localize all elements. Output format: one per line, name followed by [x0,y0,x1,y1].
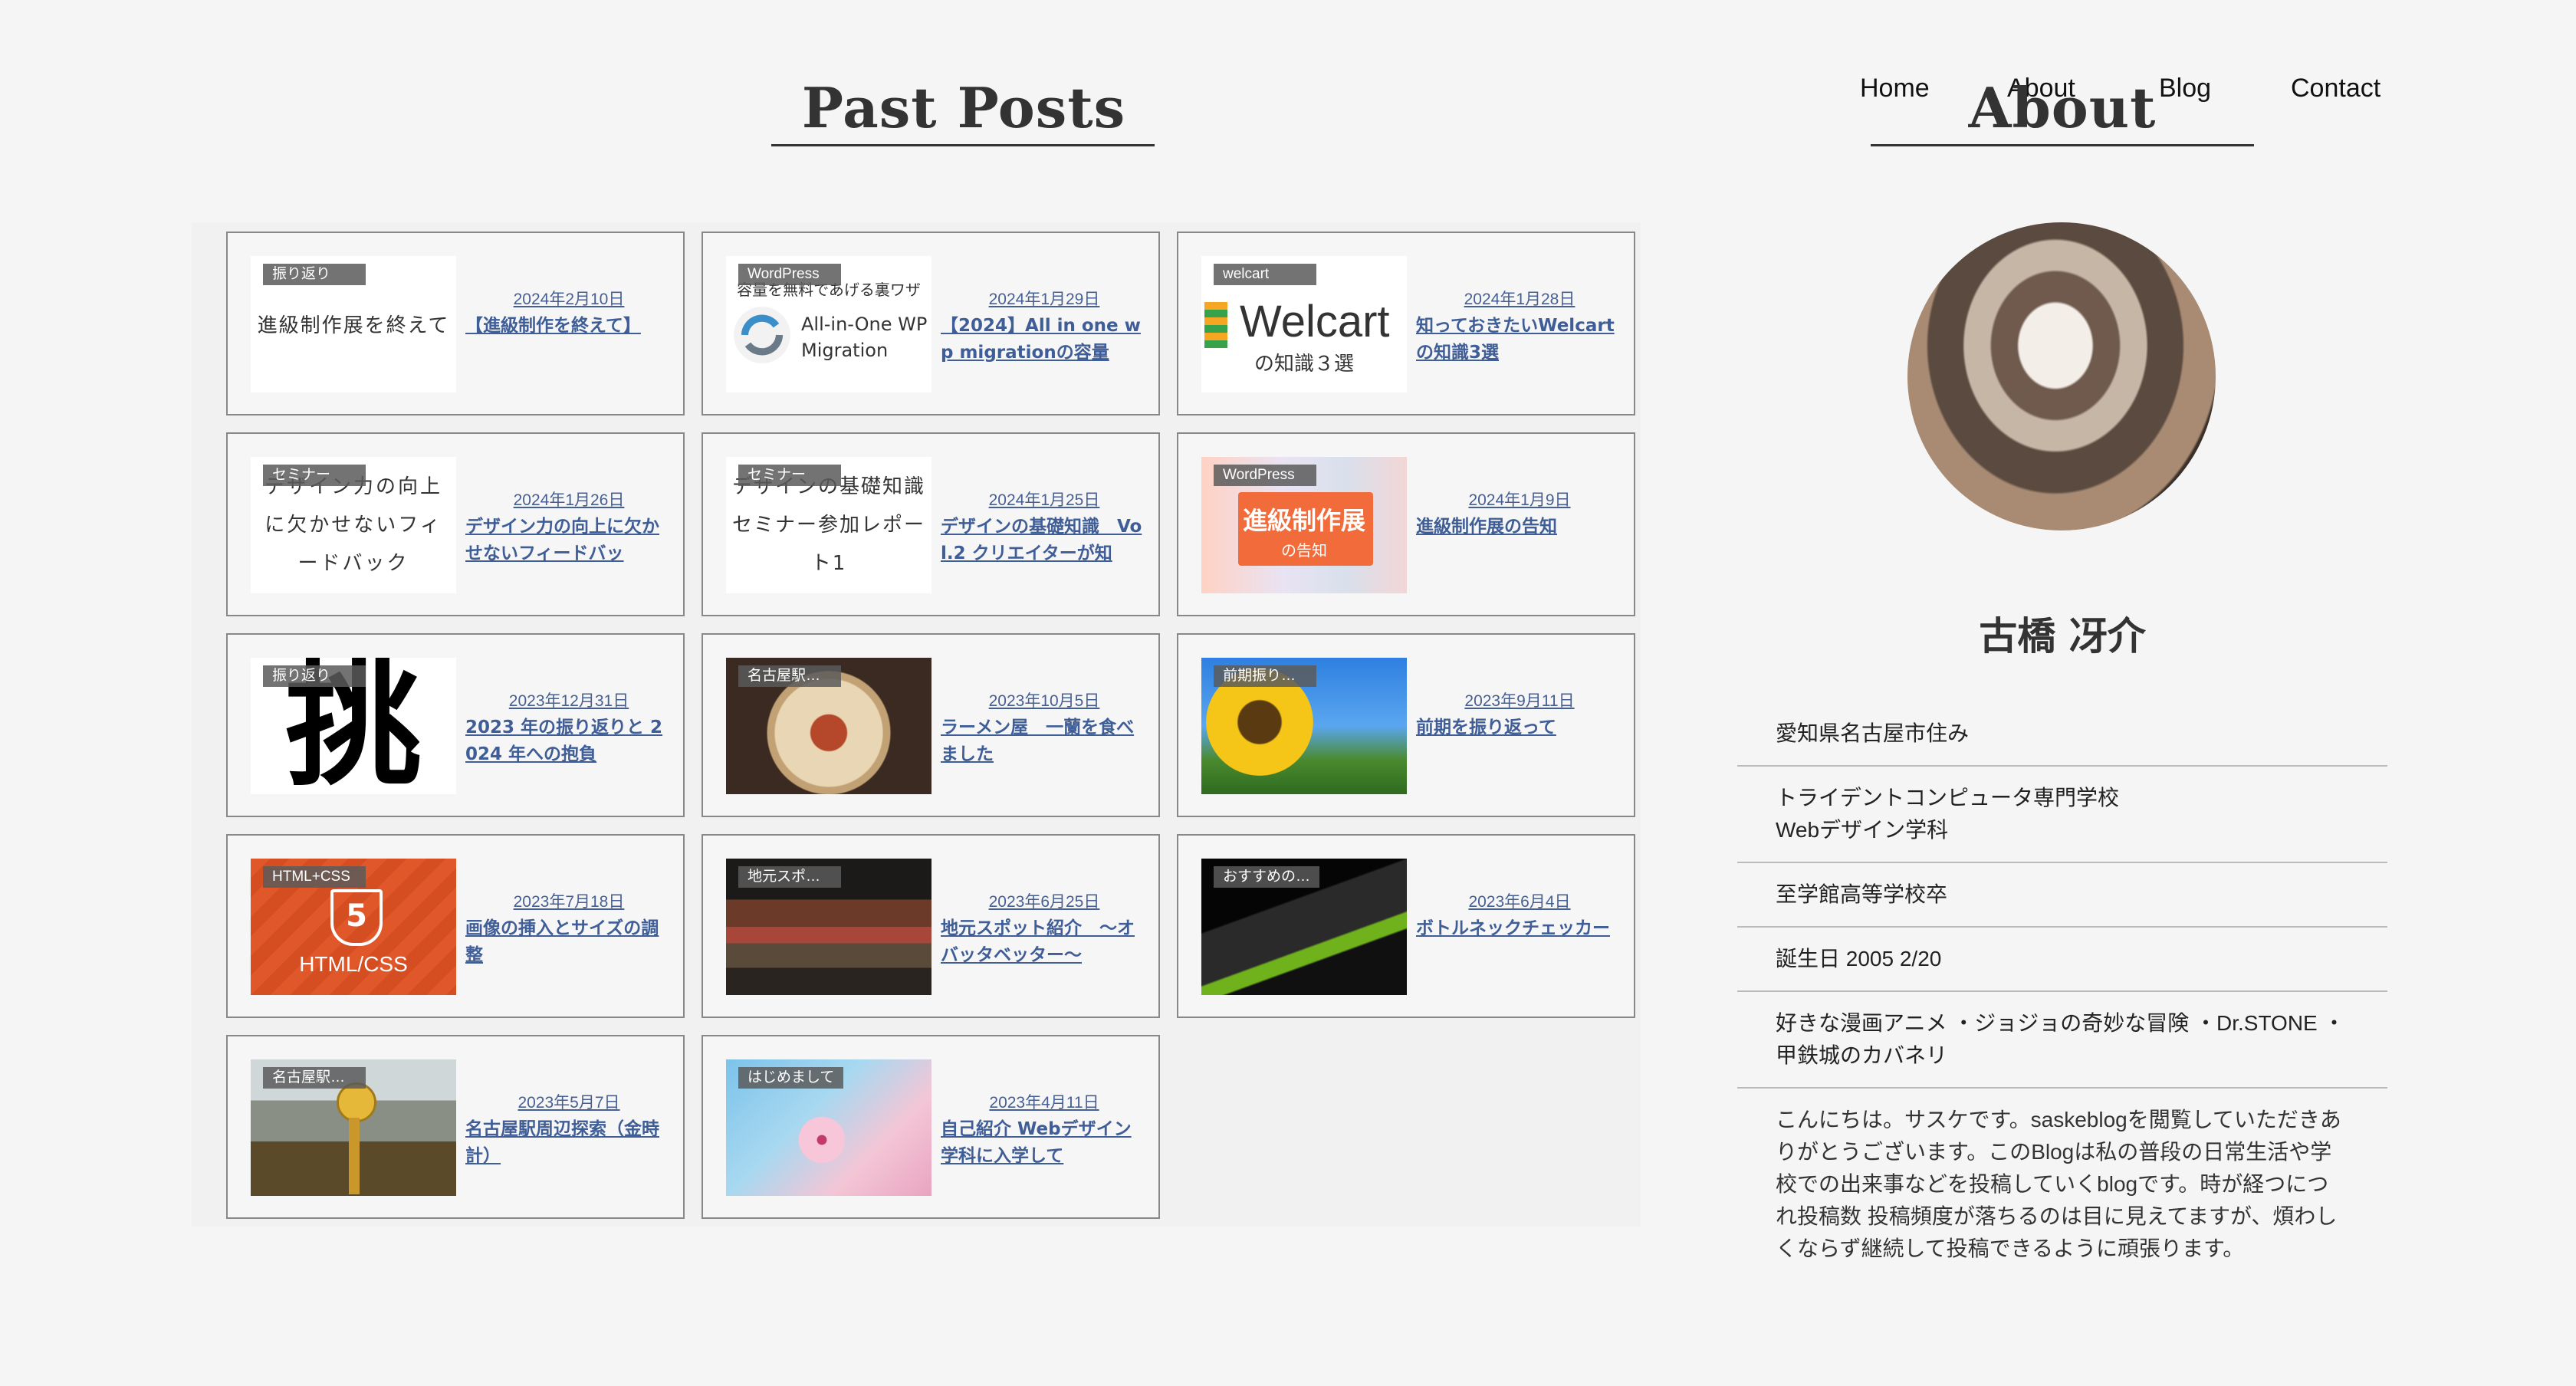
post-card[interactable]: HTML+CSS 5 HTML/CSS 2023年7月18日 画像の挿入とサイズ… [226,834,685,1018]
profile-location: 愛知県名古屋市住み [1737,702,2387,767]
profile-favorites: 好きな漫画アニメ ・ジョジョの奇妙な冒険 ・Dr.STONE ・甲鉄城のカバネリ [1737,992,2387,1089]
category-badge: セミナー [738,465,841,486]
thumbnail-text: HTML/CSS [299,952,408,976]
post-title[interactable]: デザイン力の向上に欠かせないフィードバッ [465,514,672,567]
post-card[interactable]: おすすめの… 2023年6月4日 ボトルネックチェッカー [1177,834,1635,1018]
category-badge: はじめまして [738,1067,844,1089]
post-date[interactable]: 2024年1月26日 [465,488,672,511]
category-badge: HTML+CSS [263,866,366,888]
post-title[interactable]: 知っておきたいWelcartの知識3選 [1416,313,1623,366]
nav-contact-link[interactable]: Contact [2291,74,2380,103]
post-date[interactable]: 2023年9月11日 [1416,688,1623,711]
post-title[interactable]: 画像の挿入とサイズの調整 [465,915,672,969]
post-title[interactable]: 地元スポット紹介 〜オバッタベッター〜 [941,915,1148,969]
category-badge: 名古屋駅… [738,665,841,687]
migration-icon [734,307,790,363]
post-title[interactable]: 【進級制作を終えて】 [465,313,672,366]
post-date[interactable]: 2024年1月28日 [1416,287,1623,310]
thumbnail-subtext: の告知 [1281,541,1327,560]
category-badge: WordPress [738,264,841,285]
post-date[interactable]: 2024年2月10日 [465,287,672,310]
thumbnail-text: Welcart [1240,297,1390,346]
post-thumbnail: HTML+CSS 5 HTML/CSS [251,859,456,995]
past-posts-underline [771,144,1155,146]
profile-list: 愛知県名古屋市住み トライデントコンピュータ専門学校 Webデザイン学科 至学館… [1737,702,2387,1280]
post-card[interactable]: はじめまして 2023年4月11日 自己紹介 Webデザイン学科に入学して [702,1035,1160,1219]
category-badge: 振り返り [263,264,366,285]
post-date[interactable]: 2023年4月11日 [941,1090,1148,1113]
thumbnail-text: 進級制作展 [1242,506,1365,535]
post-title[interactable]: 【2024】All in one wp migrationの容量 [941,313,1148,366]
post-thumbnail: WordPress 進級制作展 の告知 [1201,457,1407,593]
post-date[interactable]: 2023年7月18日 [465,889,672,912]
post-thumbnail: セミナー デザイン力の向上に欠かせないフィードバック [251,457,456,593]
post-card[interactable]: welcart Welcart の知識３選 2024年1月28日 知っておきたい… [1177,232,1635,415]
category-badge: 前期振り… [1214,665,1316,687]
about-heading: About [1968,75,2157,140]
post-card[interactable]: WordPress 進級制作展 の告知 2024年1月9日 進級制作展の告知 [1177,432,1635,616]
category-badge: 地元スポ… [738,866,841,888]
ramen-photo: 名古屋駅… [726,658,932,794]
post-date[interactable]: 2024年1月9日 [1416,488,1623,511]
about-underline [1871,144,2254,146]
post-title[interactable]: 自己紹介 Webデザイン学科に入学して [941,1116,1148,1170]
category-badge: セミナー [263,465,366,486]
cherry-blossom-photo: はじめまして [726,1059,932,1196]
profile-avatar [1907,222,2216,530]
post-date[interactable]: 2023年6月25日 [941,889,1148,912]
steak-photo: 地元スポ… [726,859,932,995]
blossom-shape [795,1113,849,1167]
post-thumbnail: セミナー デザインの基礎知識 セミナー参加レポート1 [726,457,932,593]
post-title[interactable]: 名古屋駅周辺探索（金時計） [465,1116,672,1170]
post-title[interactable]: 前期を振り返って [1416,714,1623,768]
post-thumbnail: welcart Welcart の知識３選 [1201,256,1407,392]
profile-school: トライデントコンピュータ専門学校 Webデザイン学科 [1737,767,2387,863]
post-thumbnail: 振り返り 進級制作展を終えて [251,256,456,392]
thumbnail-subtext: の知識３選 [1254,353,1354,376]
sunflower-photo: 前期振り… [1201,658,1407,794]
category-badge: WordPress [1214,465,1316,486]
post-card[interactable]: WordPress 容量を無料であげる裏ワザ All-in-One WP Mig… [702,232,1160,415]
category-badge: 振り返り [263,665,366,687]
thumbnail-subtext: All-in-One WP Migration [801,314,928,361]
post-thumbnail: 振り返り 挑 [251,658,456,794]
category-badge: welcart [1214,264,1316,285]
post-date[interactable]: 2024年1月25日 [941,488,1148,511]
post-thumbnail: WordPress 容量を無料であげる裏ワザ All-in-One WP Mig… [726,256,932,392]
profile-high-school: 至学館高等学校卒 [1737,863,2387,928]
clock-pillar [349,1118,360,1194]
profile-name: 古橋 冴介 [1979,613,2146,659]
golden-clock-photo: 名古屋駅… [251,1059,456,1196]
post-title[interactable]: 2023 年の振り返りと 2024 年への抱負 [465,714,672,768]
post-card[interactable]: セミナー デザインの基礎知識 セミナー参加レポート1 2024年1月25日 デザ… [702,432,1160,616]
post-date[interactable]: 2023年12月31日 [465,688,672,711]
post-card[interactable]: 名古屋駅… 2023年5月7日 名古屋駅周辺探索（金時計） [226,1035,685,1219]
profile-birthday: 誕生日 2005 2/20 [1737,928,2387,992]
post-date[interactable]: 2024年1月29日 [941,287,1148,310]
thumbnail-text: 進級制作展を終えて [257,314,450,337]
post-title[interactable]: ボトルネックチェッカー [1416,915,1623,969]
post-title[interactable]: デザインの基礎知識 Vol.2 クリエイターが知 [941,514,1148,567]
welcart-mark [1204,302,1227,348]
post-card[interactable]: 名古屋駅… 2023年10月5日 ラーメン屋 一蘭を食べました [702,633,1160,817]
gpu-photo: おすすめの… [1201,859,1407,995]
post-card[interactable]: 振り返り 挑 2023年12月31日 2023 年の振り返りと 2024 年への… [226,633,685,817]
past-posts-heading: Past Posts [801,75,1126,140]
post-card[interactable]: 前期振り… 2023年9月11日 前期を振り返って [1177,633,1635,817]
post-date[interactable]: 2023年6月4日 [1416,889,1623,912]
post-date[interactable]: 2023年10月5日 [941,688,1148,711]
profile-department: Webデザイン学科 [1776,818,1949,842]
profile-school-name: トライデントコンピュータ専門学校 [1776,786,2120,810]
post-card[interactable]: 振り返り 進級制作展を終えて 2024年2月10日 【進級制作を終えて】 [226,232,685,415]
post-title[interactable]: 進級制作展の告知 [1416,514,1623,567]
posts-grid: 振り返り 進級制作展を終えて 2024年2月10日 【進級制作を終えて】 Wor… [192,222,1641,1227]
post-card[interactable]: セミナー デザイン力の向上に欠かせないフィードバック 2024年1月26日 デザ… [226,432,685,616]
category-badge: おすすめの… [1214,866,1320,888]
post-date[interactable]: 2023年5月7日 [465,1090,672,1113]
post-title[interactable]: ラーメン屋 一蘭を食べました [941,714,1148,768]
html5-icon: 5 [330,889,383,946]
category-badge: 名古屋駅… [263,1067,366,1089]
post-card[interactable]: 地元スポ… 2023年6月25日 地元スポット紹介 〜オバッタベッター〜 [702,834,1160,1018]
profile-intro: こんにちは。サスケです。saskeblogを閲覧していただきありがとうございます… [1776,1108,2341,1260]
